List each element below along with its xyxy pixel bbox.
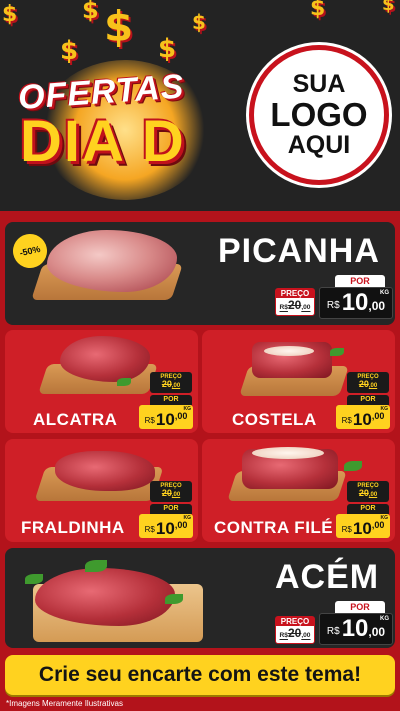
old-price-tag: PREÇO 20,00 [347,372,389,393]
title-dia-d: DIA D [20,109,186,174]
current-price: R$ 10,00 KG [336,514,390,538]
acem-image [35,568,175,626]
old-price-tag: PREÇO R$20,00 [275,288,315,316]
dollar-icon: $ [104,2,134,51]
old-price-tag: PREÇO 20,00 [150,372,192,393]
product-card-fraldinha[interactable]: FRALDINHA PREÇO 20,00 POR R$ 10,00 KG [5,439,198,542]
cta-banner[interactable]: Crie seu encarte com este tema! [5,655,395,695]
herb-garnish [117,378,131,386]
logo-placeholder[interactable]: SUA LOGO AQUI [249,45,389,185]
preco-label: PREÇO [276,617,314,626]
por-label: POR [347,395,389,405]
product-card-costela[interactable]: COSTELA PREÇO 20,00 POR R$ 10,00 KG [202,330,395,433]
product-name: ALCATRA [33,410,118,429]
product-card-contra-file[interactable]: CONTRA FILÉ PREÇO 20,00 POR R$ 10,00 KG [202,439,395,542]
product-name: FRALDINHA [21,518,125,537]
picanha-image [47,230,177,292]
product-name: ACÉM [275,558,380,596]
herb-garnish [330,348,344,356]
current-price: R$ 10,00 KG [336,405,390,429]
por-label: POR [347,504,389,514]
dollar-icon: $ [382,0,395,15]
dollar-icon: $ [158,34,177,64]
dollar-icon: $ [2,2,18,27]
old-price-tag: PREÇO R$20,00 [275,616,315,644]
product-name: CONTRA FILÉ [214,518,334,537]
product-name: PICANHA [218,232,380,270]
old-price-tag: PREÇO 20,00 [150,481,192,502]
dollar-icon: $ [192,10,206,34]
disclaimer: *Imagens Meramente Ilustrativas [6,699,123,708]
herb-garnish [344,461,362,471]
herb-garnish [25,574,43,584]
header: $ $ $ $ $ $ $ $ OFERTAS DIA D SUA LOGO A… [0,0,400,211]
product-card-acem[interactable]: ACÉM PREÇO R$20,00 POR R$ 10 ,00 KG [5,548,395,648]
product-card-alcatra[interactable]: ALCATRA PREÇO 20,00 POR R$ 10,00 KG [5,330,198,433]
dollar-icon: $ [82,0,99,24]
herb-garnish [165,594,183,604]
fat-marbling [252,447,324,459]
por-label: POR [150,395,192,405]
alcatra-image [60,336,150,382]
preco-label: PREÇO [276,289,314,298]
herb-garnish [85,560,107,572]
dollar-icon: $ [60,36,79,66]
current-price: R$ 10,00 KG [139,514,193,538]
product-name: COSTELA [232,410,317,429]
product-card-picanha[interactable]: -50% PICANHA PREÇO R$20,00 POR R$ 10 ,00… [5,222,395,325]
por-label: POR [150,504,192,514]
por-label: POR [335,275,385,287]
logo-line-1: SUA [292,70,346,99]
logo-line-3: AQUI [287,131,351,160]
current-price: R$ 10,00 KG [139,405,193,429]
logo-line-2: LOGO [270,95,368,133]
fraldinha-image [55,451,155,491]
old-price-tag: PREÇO 20,00 [347,481,389,502]
por-label: POR [335,601,385,613]
current-price: R$ 10 ,00 KG [319,287,393,319]
cta-banner-text: Crie seu encarte com este tema! [38,663,362,686]
old-price: R$20,00 [279,626,311,640]
old-price: R$20,00 [279,298,311,312]
fat-marbling [264,346,314,356]
dollar-icon: $ [310,0,326,21]
current-price: R$ 10 ,00 KG [319,613,393,645]
